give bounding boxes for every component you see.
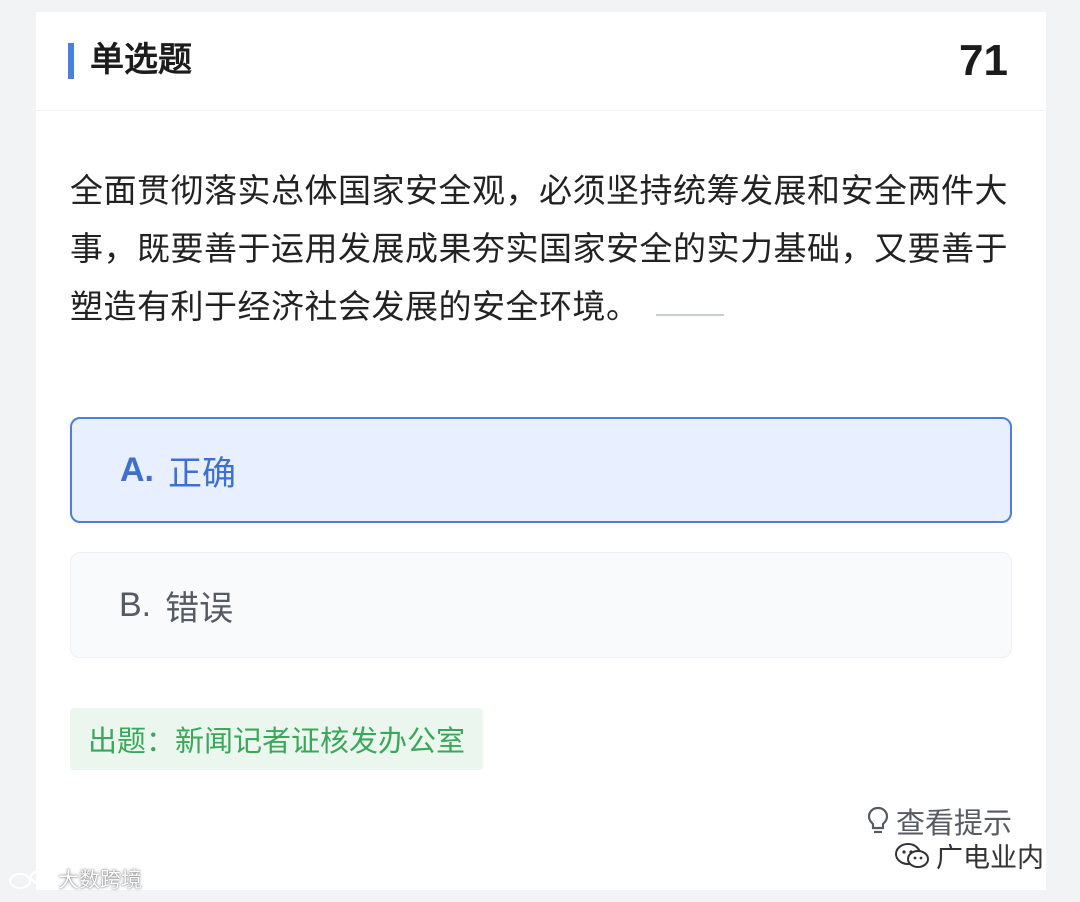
watermark-left: 大数跨境 xyxy=(8,864,142,894)
wechat-icon xyxy=(895,842,929,868)
source-badge: 出题：新闻记者证核发办公室 xyxy=(70,708,484,770)
watermark-right: 广电业内 xyxy=(894,836,1044,875)
lightbulb-icon xyxy=(867,806,889,834)
accent-bar xyxy=(68,43,74,79)
question-header: 单选题 71 xyxy=(36,12,1046,111)
question-type-label: 单选题 xyxy=(90,40,192,80)
option-b[interactable]: B. 错误 xyxy=(70,552,1012,658)
answer-blank xyxy=(655,314,724,316)
option-b-letter: B. xyxy=(119,585,152,624)
option-a-letter: A. xyxy=(120,450,154,489)
question-card: 单选题 71 全面贯彻落实总体国家安全观，必须坚持统筹发展和安全两件大事，既要善… xyxy=(36,12,1046,890)
watermark-left-text: 大数跨境 xyxy=(58,868,142,892)
option-a-label: 正确 xyxy=(168,453,236,494)
option-a[interactable]: A. 正确 xyxy=(70,417,1012,523)
weibo-icon xyxy=(9,871,54,889)
question-stem: 全面贯彻落实总体国家安全观，必须坚持统筹发展和安全两件大事，既要善于运用发展成果… xyxy=(70,171,1008,326)
question-text: 全面贯彻落实总体国家安全观，必须坚持统筹发展和安全两件大事，既要善于运用发展成果… xyxy=(70,162,1020,336)
watermark-right-text: 广电业内 xyxy=(936,843,1044,874)
option-b-label: 错误 xyxy=(165,588,234,629)
question-number: 71 xyxy=(959,36,1008,85)
